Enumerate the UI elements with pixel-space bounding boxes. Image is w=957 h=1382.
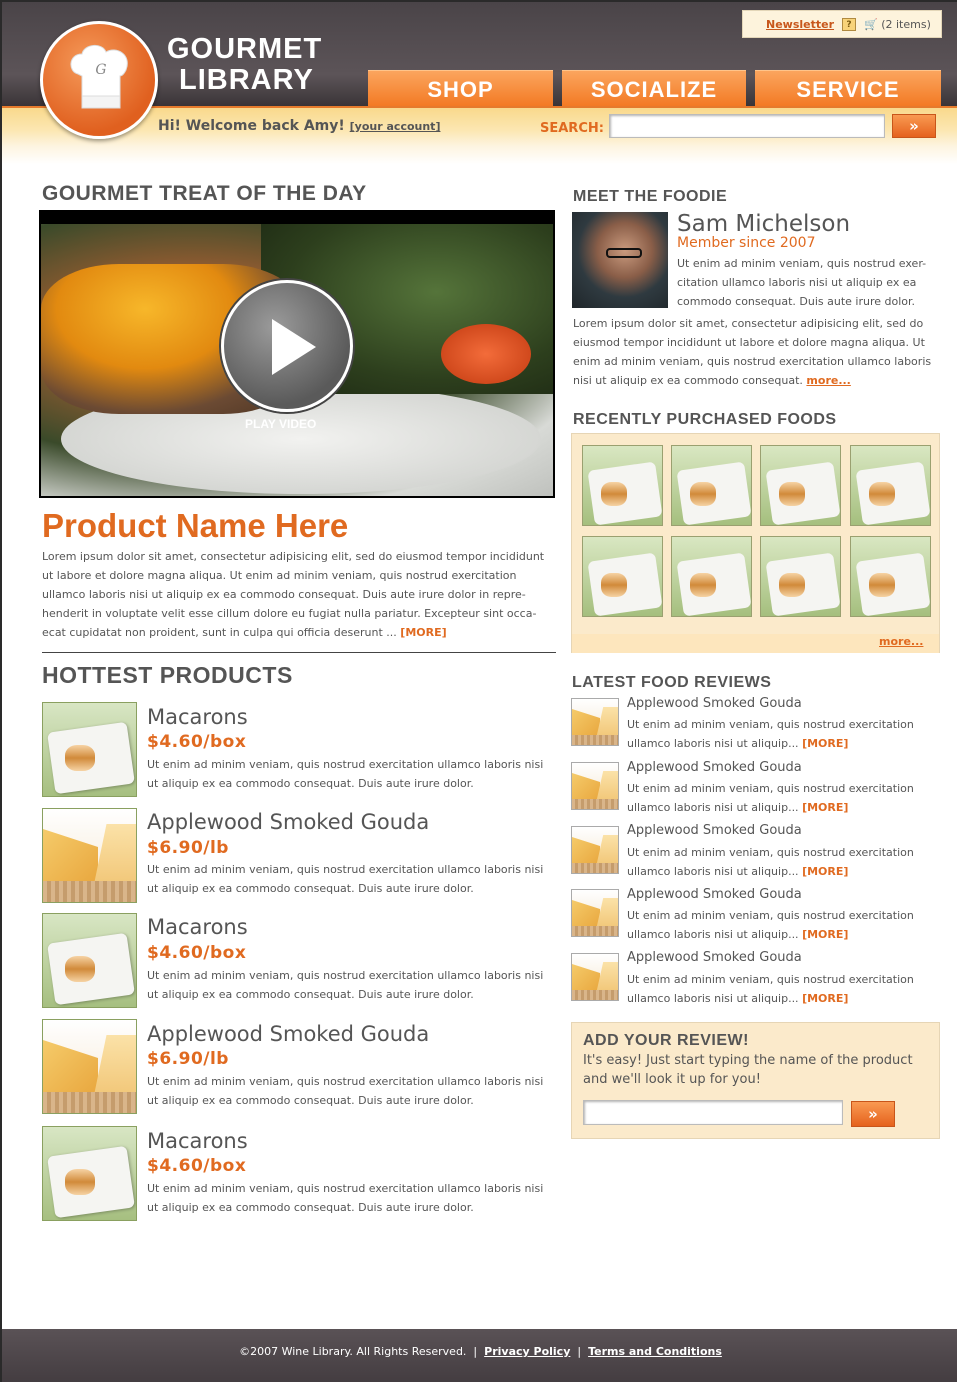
review-title[interactable]: Applewood Smoked Gouda [627, 887, 802, 902]
search-go-button[interactable]: » [892, 114, 936, 138]
foodie-intro: Ut enim ad minim veniam, quis nostrud ex… [677, 257, 927, 308]
recent-food-thumb[interactable] [582, 445, 663, 526]
play-video-label[interactable]: PLAY VIDEO [245, 417, 316, 431]
review-more-link[interactable]: [MORE] [802, 737, 848, 750]
foodie-bio: Lorem ipsum dolor sit amet, consectetur … [573, 317, 932, 387]
product-price: $4.60/box [147, 943, 247, 963]
review-product-input[interactable] [583, 1100, 843, 1125]
search-label: SEARCH: [540, 121, 604, 136]
review-thumb-gouda[interactable] [571, 762, 619, 810]
review-title[interactable]: Applewood Smoked Gouda [627, 823, 802, 838]
treat-heading: GOURMET TREAT OF THE DAY [42, 182, 367, 205]
add-review-text: It's easy! Just start typing the name of… [583, 1053, 913, 1087]
foodie-avatar[interactable] [572, 212, 668, 308]
foodie-more-link[interactable]: more... [806, 374, 850, 387]
site-logo-text[interactable]: GOURMET LIBRARY [167, 34, 322, 96]
recent-food-thumb[interactable] [671, 536, 752, 617]
help-icon[interactable]: ? [842, 17, 857, 31]
nav-tab-socialize[interactable]: SOCIALIZE [562, 70, 746, 106]
play-icon [272, 319, 316, 375]
svg-text:G: G [95, 62, 106, 78]
product-price: $4.60/box [147, 732, 247, 752]
foodie-name[interactable]: Sam Michelson [677, 211, 850, 237]
product-name[interactable]: Applewood Smoked Gouda [147, 810, 429, 834]
review-text: Ut enim ad minim veniam, quis nostrud ex… [627, 718, 914, 750]
recent-food-thumb[interactable] [582, 536, 663, 617]
treat-more-link[interactable]: [MORE] [400, 626, 446, 639]
foodie-member-since: Member since 2007 [677, 235, 816, 251]
recent-food-thumb[interactable] [850, 536, 931, 617]
review-text: Ut enim ad minim veniam, quis nostrud ex… [627, 909, 914, 941]
review-title[interactable]: Applewood Smoked Gouda [627, 760, 802, 775]
cart-link[interactable]: 🛒 (2 items) [864, 18, 931, 31]
utility-bar: Newsletter ? 🛒 (2 items) [742, 10, 942, 38]
hottest-heading: HOTTEST PRODUCTS [42, 662, 293, 688]
chef-hat-logo-icon[interactable]: G [40, 21, 158, 139]
review-title[interactable]: Applewood Smoked Gouda [627, 696, 802, 711]
review-text: Ut enim ad minim veniam, quis nostrud ex… [627, 782, 914, 814]
foodie-heading: MEET THE FOODIE [573, 188, 728, 205]
review-more-link[interactable]: [MORE] [802, 801, 848, 814]
product-description: Ut enim ad minim veniam, quis nostrud ex… [147, 863, 544, 895]
product-image-macarons[interactable] [42, 1126, 137, 1221]
logo-line-1: GOURMET [167, 33, 323, 65]
copyright: ©2007 Wine Library. All Rights Reserved. [239, 1345, 467, 1358]
welcome-message: Hi! Welcome back Amy! [your account] [158, 118, 440, 134]
product-price: $6.90/lb [147, 838, 229, 858]
review-thumb-gouda[interactable] [571, 889, 619, 937]
play-video-button[interactable] [221, 280, 353, 412]
product-name[interactable]: Macarons [147, 705, 248, 729]
reviews-heading: LATEST FOOD REVIEWS [572, 674, 772, 691]
review-text: Ut enim ad minim veniam, quis nostrud ex… [627, 846, 914, 878]
recent-heading: RECENTLY PURCHASED FOODS [573, 411, 837, 428]
nav-tab-shop[interactable]: SHOP [368, 70, 553, 106]
search-input[interactable] [609, 114, 885, 138]
cart-count: (2 items) [881, 17, 931, 31]
account-link[interactable]: [your account] [350, 120, 441, 133]
add-review-go-button[interactable]: » [851, 1101, 895, 1127]
review-more-link[interactable]: [MORE] [802, 992, 848, 1005]
cart-icon: 🛒 [864, 17, 878, 31]
product-image-gouda[interactable] [42, 1019, 137, 1114]
recent-food-thumb[interactable] [850, 445, 931, 526]
privacy-policy-link[interactable]: Privacy Policy [484, 1345, 570, 1358]
product-description: Ut enim ad minim veniam, quis nostrud ex… [147, 1075, 544, 1107]
product-name[interactable]: Macarons [147, 915, 248, 939]
recent-food-thumb[interactable] [760, 536, 841, 617]
product-name[interactable]: Macarons [147, 1129, 248, 1153]
add-review-heading: ADD YOUR REVIEW! [583, 1032, 749, 1049]
review-more-link[interactable]: [MORE] [802, 865, 848, 878]
product-price: $4.60/box [147, 1156, 247, 1176]
recent-food-thumb[interactable] [671, 445, 752, 526]
chef-hat-icon: G [70, 45, 128, 109]
page: G GOURMET LIBRARY Newsletter ? 🛒 (2 item… [0, 0, 957, 1382]
divider [42, 652, 556, 653]
treat-product-name[interactable]: Product Name Here [42, 507, 348, 545]
product-description: Ut enim ad minim veniam, quis nostrud ex… [147, 1182, 544, 1214]
site-footer: ©2007 Wine Library. All Rights Reserved.… [2, 1329, 957, 1382]
recent-food-thumb[interactable] [760, 445, 841, 526]
product-name[interactable]: Applewood Smoked Gouda [147, 1022, 429, 1046]
recent-more-link[interactable]: more... [879, 635, 923, 648]
product-description: Ut enim ad minim veniam, quis nostrud ex… [147, 758, 544, 790]
welcome-greeting: Hi! Welcome back Amy! [158, 118, 345, 134]
newsletter-link[interactable]: Newsletter [766, 18, 834, 31]
logo-line-2: LIBRARY [179, 64, 314, 96]
product-image-gouda[interactable] [42, 808, 137, 903]
review-thumb-gouda[interactable] [571, 826, 619, 874]
product-image-macarons[interactable] [42, 702, 137, 797]
review-thumb-gouda[interactable] [571, 953, 619, 1001]
review-text: Ut enim ad minim veniam, quis nostrud ex… [627, 973, 914, 1005]
product-image-macarons[interactable] [42, 913, 137, 1008]
review-more-link[interactable]: [MORE] [802, 928, 848, 941]
nav-tab-service[interactable]: SERVICE [755, 70, 941, 106]
product-description: Ut enim ad minim veniam, quis nostrud ex… [147, 969, 544, 1001]
terms-link[interactable]: Terms and Conditions [588, 1345, 722, 1358]
product-price: $6.90/lb [147, 1049, 229, 1069]
treat-description: Lorem ipsum dolor sit amet, consectetur … [42, 550, 545, 639]
review-thumb-gouda[interactable] [571, 698, 619, 746]
review-title[interactable]: Applewood Smoked Gouda [627, 950, 802, 965]
